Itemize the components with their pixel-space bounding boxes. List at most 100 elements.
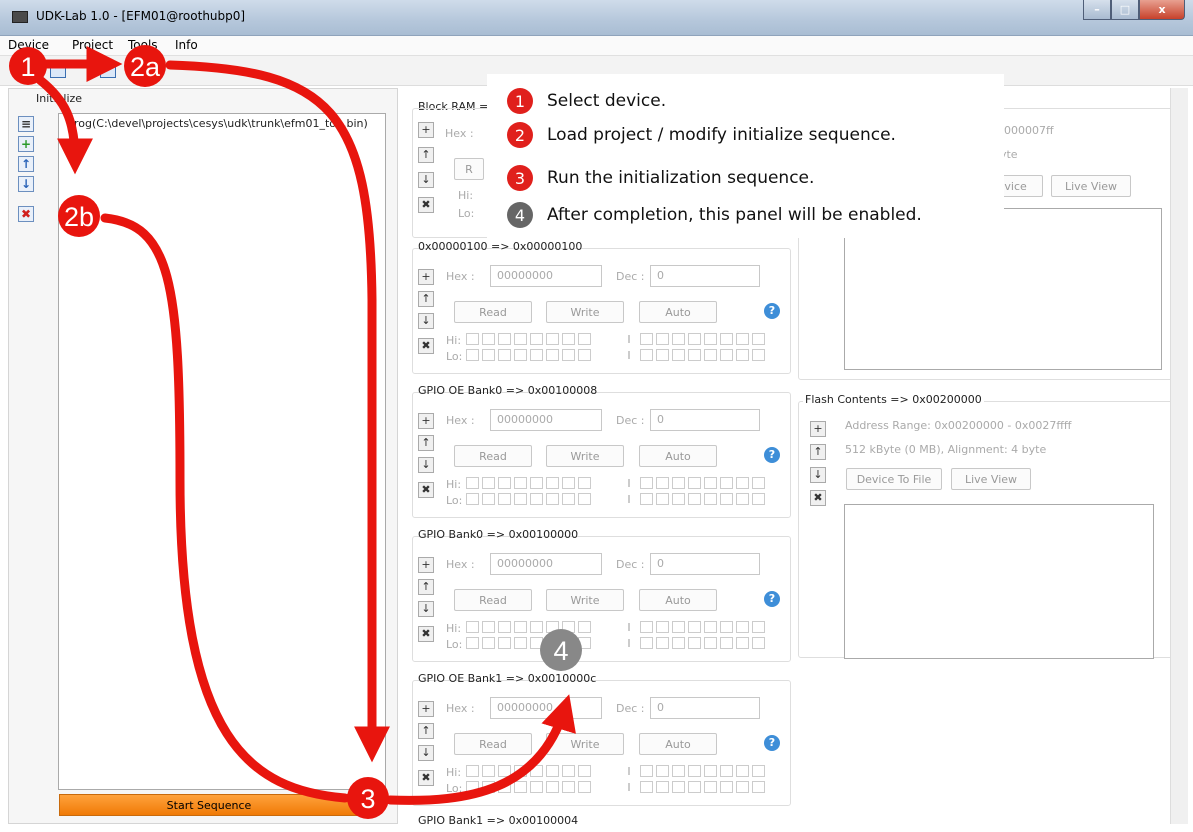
bit-checkbox[interactable] bbox=[688, 765, 701, 777]
main-scrollbar[interactable] bbox=[1170, 88, 1188, 824]
bit-checkbox[interactable] bbox=[546, 477, 559, 489]
bit-checkbox[interactable] bbox=[656, 765, 669, 777]
bit-checkbox[interactable] bbox=[498, 349, 511, 361]
bit-checkbox[interactable] bbox=[672, 493, 685, 505]
bit-checkbox[interactable] bbox=[578, 349, 591, 361]
bit-checkbox[interactable] bbox=[640, 349, 653, 361]
bit-checkbox[interactable] bbox=[466, 493, 479, 505]
remove-icon[interactable]: ✖ bbox=[418, 338, 434, 354]
bit-checkbox[interactable] bbox=[530, 477, 543, 489]
bit-checkbox[interactable] bbox=[656, 493, 669, 505]
move-up-icon[interactable]: ↑ bbox=[418, 579, 434, 595]
save-project-icon[interactable] bbox=[100, 64, 116, 78]
bit-checkbox[interactable] bbox=[498, 621, 511, 633]
add-icon[interactable]: + bbox=[418, 557, 434, 573]
bit-checkbox[interactable] bbox=[514, 765, 527, 777]
dec-input[interactable]: 0 bbox=[650, 553, 760, 575]
maximize-button[interactable]: □ bbox=[1111, 0, 1139, 20]
bit-checkbox[interactable] bbox=[466, 781, 479, 793]
hex-input[interactable]: 00000000 bbox=[490, 553, 602, 575]
move-down-icon[interactable]: ↓ bbox=[418, 745, 434, 761]
menu-device[interactable]: Device bbox=[8, 38, 49, 52]
bit-checkbox[interactable] bbox=[562, 637, 575, 649]
add-icon[interactable]: + bbox=[418, 122, 434, 138]
bit-checkbox[interactable] bbox=[498, 493, 511, 505]
bit-checkbox[interactable] bbox=[656, 621, 669, 633]
bit-checkbox[interactable] bbox=[704, 477, 717, 489]
bit-checkbox[interactable] bbox=[482, 765, 495, 777]
bit-checkbox[interactable] bbox=[466, 637, 479, 649]
list-item[interactable]: prog(C:\devel\projects\cesys\udk\trunk\e… bbox=[67, 117, 368, 130]
auto-button[interactable]: Auto bbox=[639, 445, 717, 467]
bit-checkbox[interactable] bbox=[704, 493, 717, 505]
dec-input[interactable]: 0 bbox=[650, 409, 760, 431]
bit-checkbox[interactable] bbox=[530, 493, 543, 505]
bit-checkbox[interactable] bbox=[498, 333, 511, 345]
bit-checkbox[interactable] bbox=[530, 349, 543, 361]
bit-checkbox[interactable] bbox=[466, 765, 479, 777]
bit-checkbox[interactable] bbox=[546, 333, 559, 345]
write-button[interactable]: Write bbox=[546, 589, 624, 611]
bit-checkbox[interactable] bbox=[498, 781, 511, 793]
bit-checkbox[interactable] bbox=[752, 765, 765, 777]
bit-checkbox[interactable] bbox=[466, 333, 479, 345]
bit-checkbox[interactable] bbox=[704, 637, 717, 649]
bit-checkbox[interactable] bbox=[672, 637, 685, 649]
add-icon[interactable]: + bbox=[810, 421, 826, 437]
remove-icon[interactable]: ✖ bbox=[418, 770, 434, 786]
bit-checkbox[interactable] bbox=[482, 637, 495, 649]
bit-checkbox[interactable] bbox=[498, 477, 511, 489]
bit-checkbox[interactable] bbox=[736, 637, 749, 649]
help-icon[interactable]: ? bbox=[764, 447, 780, 463]
device-to-file-button[interactable]: Device To File bbox=[846, 468, 942, 490]
read-button[interactable]: Read bbox=[454, 445, 532, 467]
bit-checkbox[interactable] bbox=[752, 493, 765, 505]
bit-checkbox[interactable] bbox=[720, 765, 733, 777]
bit-checkbox[interactable] bbox=[640, 781, 653, 793]
bit-checkbox[interactable] bbox=[546, 493, 559, 505]
menu-info[interactable]: Info bbox=[175, 38, 198, 52]
bit-checkbox[interactable] bbox=[482, 493, 495, 505]
bit-checkbox[interactable] bbox=[736, 765, 749, 777]
bit-checkbox[interactable] bbox=[656, 333, 669, 345]
menu-tools[interactable]: Tools bbox=[128, 38, 158, 52]
bit-checkbox[interactable] bbox=[562, 781, 575, 793]
bit-checkbox[interactable] bbox=[514, 621, 527, 633]
init-sequence-list[interactable]: prog(C:\devel\projects\cesys\udk\trunk\e… bbox=[58, 113, 386, 790]
bit-checkbox[interactable] bbox=[704, 349, 717, 361]
bit-checkbox[interactable] bbox=[720, 781, 733, 793]
bit-checkbox[interactable] bbox=[546, 349, 559, 361]
bit-checkbox[interactable] bbox=[482, 333, 495, 345]
add-icon[interactable]: + bbox=[418, 269, 434, 285]
move-up-icon[interactable]: ↑ bbox=[418, 723, 434, 739]
move-up-icon[interactable]: ↑ bbox=[418, 435, 434, 451]
bit-checkbox[interactable] bbox=[752, 477, 765, 489]
bit-checkbox[interactable] bbox=[688, 637, 701, 649]
bit-checkbox[interactable] bbox=[578, 333, 591, 345]
bit-checkbox[interactable] bbox=[546, 781, 559, 793]
remove-icon[interactable]: ✖ bbox=[418, 626, 434, 642]
remove-icon[interactable]: ✖ bbox=[810, 490, 826, 506]
bit-checkbox[interactable] bbox=[530, 765, 543, 777]
bit-checkbox[interactable] bbox=[578, 493, 591, 505]
bit-checkbox[interactable] bbox=[704, 621, 717, 633]
bit-checkbox[interactable] bbox=[752, 621, 765, 633]
bit-checkbox[interactable] bbox=[704, 333, 717, 345]
bit-checkbox[interactable] bbox=[514, 637, 527, 649]
bit-checkbox[interactable] bbox=[482, 349, 495, 361]
bit-checkbox[interactable] bbox=[546, 765, 559, 777]
move-down-icon[interactable]: ↓ bbox=[18, 176, 34, 192]
move-up-icon[interactable]: ↑ bbox=[418, 291, 434, 307]
dec-input[interactable]: 0 bbox=[650, 265, 760, 287]
dec-input[interactable]: 0 bbox=[650, 697, 760, 719]
bit-checkbox[interactable] bbox=[704, 765, 717, 777]
close-button[interactable]: x bbox=[1139, 0, 1185, 20]
bit-checkbox[interactable] bbox=[752, 781, 765, 793]
bit-checkbox[interactable] bbox=[736, 333, 749, 345]
write-button[interactable]: Write bbox=[546, 733, 624, 755]
bit-checkbox[interactable] bbox=[578, 621, 591, 633]
auto-button[interactable]: Auto bbox=[639, 733, 717, 755]
bit-checkbox[interactable] bbox=[656, 477, 669, 489]
bit-checkbox[interactable] bbox=[578, 781, 591, 793]
help-icon[interactable]: ? bbox=[764, 303, 780, 319]
